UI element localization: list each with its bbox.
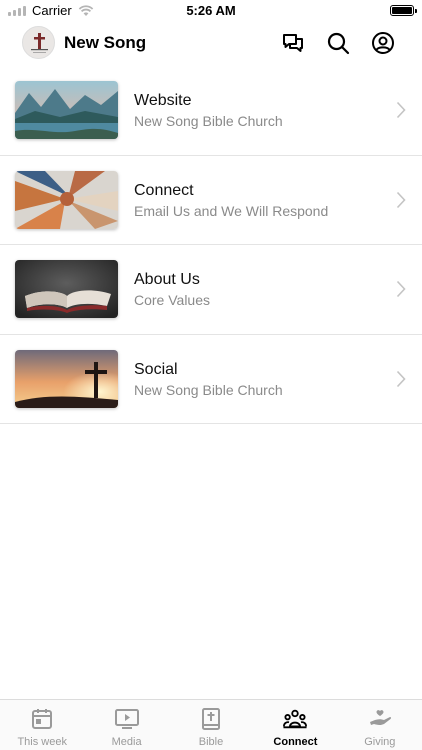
tab-label: Media <box>111 736 142 748</box>
stacked-hands-photo <box>15 170 118 229</box>
status-time: 5:26 AM <box>186 3 236 18</box>
list-item-website[interactable]: Website New Song Bible Church <box>0 66 422 156</box>
chevron-right-icon <box>396 280 406 298</box>
status-bar: Carrier 5:26 AM <box>0 0 422 22</box>
tab-connect[interactable]: Connect <box>253 700 337 750</box>
list-item-social[interactable]: Social New Song Bible Church <box>0 335 422 424</box>
list-item-subtitle: Core Values <box>134 292 211 308</box>
tab-label: Connect <box>273 736 318 748</box>
list-item-subtitle: New Song Bible Church <box>134 381 283 398</box>
mountain-lake-photo <box>15 81 118 139</box>
list-item-subtitle: Email Us and We Will Respond <box>134 202 329 219</box>
list-item-connect[interactable]: Connect Email Us and We Will Respond <box>0 156 422 245</box>
chat-icon[interactable] <box>281 31 305 55</box>
tab-media[interactable]: Media <box>84 700 168 750</box>
chevron-right-icon <box>396 191 406 208</box>
connect-list: Website New Song Bible Church Connect Em… <box>0 66 422 424</box>
search-icon[interactable] <box>326 31 350 55</box>
battery-icon <box>390 5 417 16</box>
bible-icon <box>202 708 221 730</box>
open-bible-photo <box>15 260 118 318</box>
tab-this-week[interactable]: This week <box>0 700 84 750</box>
list-item-about-us[interactable]: About Us Core Values <box>0 245 422 335</box>
tab-label: This week <box>17 736 67 748</box>
list-item-title: Social <box>134 360 178 378</box>
tab-bar: This week Media Bible Connect Giving <box>0 699 422 750</box>
list-item-subtitle: New Song Bible Church <box>134 113 283 129</box>
list-item-title: Website <box>134 92 192 109</box>
tab-label: Bible <box>198 736 224 748</box>
tab-giving[interactable]: Giving <box>338 700 422 750</box>
app-header: New Song <box>0 22 422 66</box>
chevron-right-icon <box>396 370 406 387</box>
list-item-title: Connect <box>134 181 194 199</box>
cross-sunset-photo <box>15 349 118 408</box>
people-icon <box>283 709 308 729</box>
giving-hand-icon <box>369 710 391 725</box>
list-item-title: About Us <box>134 271 200 288</box>
page-title: New Song <box>64 33 147 52</box>
profile-icon[interactable] <box>371 31 395 55</box>
chevron-right-icon <box>396 101 406 119</box>
cross-logo-icon <box>31 33 48 53</box>
play-screen-icon <box>114 709 139 729</box>
church-logo-avatar[interactable] <box>22 26 55 59</box>
tab-label: Giving <box>364 736 396 748</box>
tab-bible[interactable]: Bible <box>169 700 253 750</box>
calendar-icon <box>32 709 53 729</box>
